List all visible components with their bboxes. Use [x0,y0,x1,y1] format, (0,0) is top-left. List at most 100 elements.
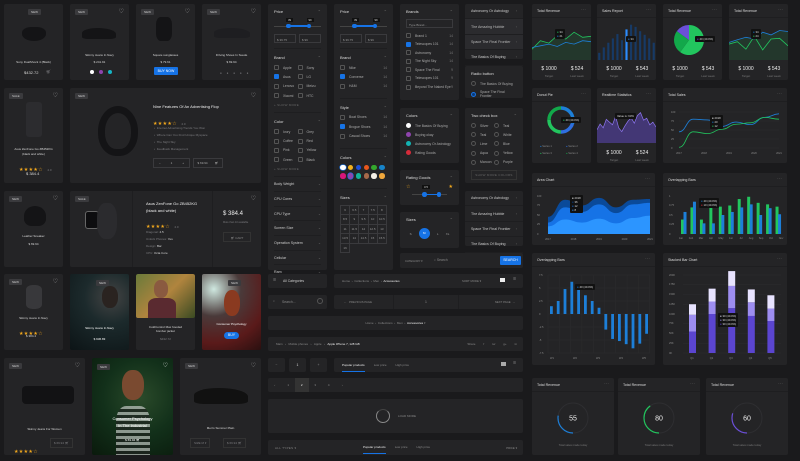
radio-option[interactable]: Teal [471,132,494,138]
twitter-icon[interactable]: tw [492,342,495,346]
checkbox-checked[interactable] [340,124,345,130]
tab-high-price[interactable]: High price [396,363,410,372]
increment-button[interactable]: + [310,358,327,372]
checkbox-option[interactable]: The Night Sky 14 [406,58,453,64]
checkbox-option[interactable]: Sony [297,65,322,70]
radio-option[interactable]: Teal [494,123,517,128]
collapsed-section[interactable]: CPU Cores ⌄ [274,191,321,206]
product-card-driving-shoes[interactable]: NEW ♡ Driving Shoes In Suede $ 69.94 ● ●… [202,4,261,80]
next-page-button[interactable]: › [336,378,350,392]
size-options[interactable]: ● ● ● ● ● [220,71,250,75]
radio[interactable] [494,150,499,156]
checkbox-option[interactable]: Pink [274,147,298,153]
tab-popular-products[interactable]: Popular products [363,445,386,454]
more-options-icon[interactable]: ⋯ [690,381,695,387]
price-sort-dropdown[interactable]: PRICE ▾ [506,446,517,450]
color-swatch[interactable] [340,173,346,179]
more-options-icon[interactable]: ⋯ [604,381,609,387]
quantity-stepper[interactable]: − 1 + [153,158,190,168]
checkbox-option[interactable]: Telescopes 101 14 [406,41,453,47]
more-options-icon[interactable]: ⋯ [778,7,783,13]
radio-option[interactable]: Blue [494,141,517,147]
heart-icon[interactable]: ♡ [251,362,256,369]
collapsed-section[interactable]: Body Weight ⌄ [274,176,321,191]
size-option[interactable]: 9.5 [359,215,369,225]
page-button[interactable]: 1 [282,378,296,392]
accordion-item[interactable]: Astronomy Or Astrology › [465,191,523,207]
size-option[interactable]: L [437,232,439,236]
size-option[interactable]: 7.5 [368,205,378,216]
buy-now-button[interactable]: BUY NOW [154,67,178,75]
checkbox-option[interactable]: Brogue Shoes 14 [340,124,387,130]
heart-icon[interactable]: ♡ [163,362,168,369]
heart-icon[interactable]: ♡ [251,92,256,99]
price-range-slider[interactable]: 39 99 [340,17,387,30]
color-swatch[interactable] [406,141,411,146]
checkbox-option[interactable]: Meizu [297,83,322,89]
breadcrumb-link[interactable]: Main [276,342,283,346]
heart-icon[interactable]: ♡ [251,195,256,202]
radio-option[interactable]: Aqua [471,150,494,156]
accordion-item[interactable]: The Amazing Hubble › [465,19,523,35]
size-option[interactable]: 6 [341,205,351,216]
product-price[interactable]: $ 69.94 🛒︎ [92,438,173,442]
checkbox[interactable] [406,84,411,90]
checkbox[interactable] [406,58,411,64]
size-option[interactable]: 11.5 [350,224,360,235]
product-card-helmet[interactable]: NEW ♡ Leather Sneaker $ 69.94 [4,191,63,267]
all-categories-button[interactable]: ☰ All Categories [268,274,327,288]
size-option[interactable]: M [418,228,430,239]
slider-max-handle[interactable]: 99 [306,17,314,28]
tab-low-price[interactable]: Low price [374,363,387,372]
size-option[interactable]: 8.5 [341,215,351,225]
checkbox-checked[interactable] [340,74,345,80]
checkbox-option[interactable]: Space The Final 9 [406,67,453,73]
checkbox[interactable] [406,67,411,73]
more-options-icon[interactable]: ⋯ [778,381,783,387]
checkbox[interactable] [274,138,279,144]
checkbox-option[interactable]: Casual Shoes 14 [340,133,387,139]
linkedin-icon[interactable]: in [515,342,517,346]
facebook-icon[interactable]: f [483,342,484,346]
size-option[interactable]: 10 [368,215,378,225]
checkbox-option[interactable]: Ivory [274,129,298,135]
size-option[interactable]: 10.5 [377,215,387,225]
add-to-cart-button[interactable]: $ 69.94 🛒︎ [193,158,223,168]
checkbox[interactable] [274,83,279,89]
rating-slider[interactable]: ☆ ★ 3.5 [406,184,453,197]
size-option[interactable]: XL [446,232,450,236]
checkbox[interactable] [297,74,303,80]
color-swatch[interactable] [347,164,354,171]
radio-option[interactable]: Yellow [494,150,517,156]
size-select[interactable]: SIZE M ▾ [190,438,211,448]
heart-icon[interactable]: ♡ [185,8,190,15]
price-min-input[interactable]: $ 39.75 [340,34,362,43]
heart-icon[interactable]: ♡ [53,195,58,202]
heart-icon[interactable]: ♡ [75,362,80,369]
size-option[interactable]: 15 [368,234,378,244]
color-swatch-white[interactable] [90,70,94,74]
color-swatch[interactable] [371,164,377,171]
breadcrumb-link[interactable]: Home [366,321,374,325]
checkbox-option[interactable]: Lenovo [274,83,298,89]
collapsed-section[interactable]: CPU Type ⌄ [274,205,321,221]
color-swatch[interactable] [347,173,354,179]
checkbox[interactable] [297,157,303,163]
quantity-value[interactable]: 1 [289,358,306,372]
checkbox[interactable] [274,93,279,99]
price-max-input[interactable]: $ 99 [365,34,387,43]
size-option[interactable]: 13.5 [341,234,351,244]
radio-checked[interactable] [471,91,476,97]
radio-option[interactable]: Maroon [471,159,494,165]
size-option[interactable]: 15.5 [377,234,387,244]
collapsed-section[interactable]: Operation System ⌄ [274,235,321,250]
checkbox[interactable] [297,129,303,135]
checkbox[interactable] [274,129,279,135]
size-option[interactable]: 14.5 [359,234,369,244]
next-page-button[interactable]: NEXT PAGE → [495,300,515,304]
checkbox[interactable] [297,65,303,70]
color-swatch-purple[interactable] [99,70,103,74]
heart-icon[interactable]: ♡ [119,8,124,15]
size-option[interactable]: 13 [377,224,387,235]
google-plus-icon[interactable]: g+ [503,342,506,346]
